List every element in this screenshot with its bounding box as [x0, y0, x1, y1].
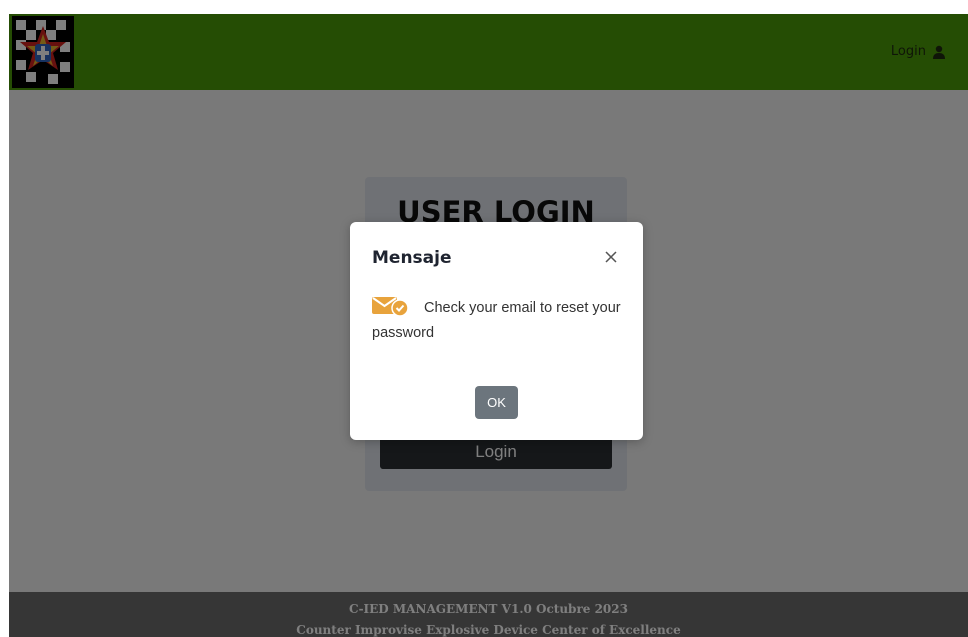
mail-check-icon	[372, 297, 409, 316]
close-icon[interactable]	[603, 249, 619, 265]
dialog-title: Mensaje	[372, 248, 452, 268]
message-dialog: Mensaje Check your email to reset your p…	[350, 222, 643, 440]
dialog-message: Check your email to reset your password	[372, 296, 627, 346]
ok-button[interactable]: OK	[475, 386, 518, 419]
